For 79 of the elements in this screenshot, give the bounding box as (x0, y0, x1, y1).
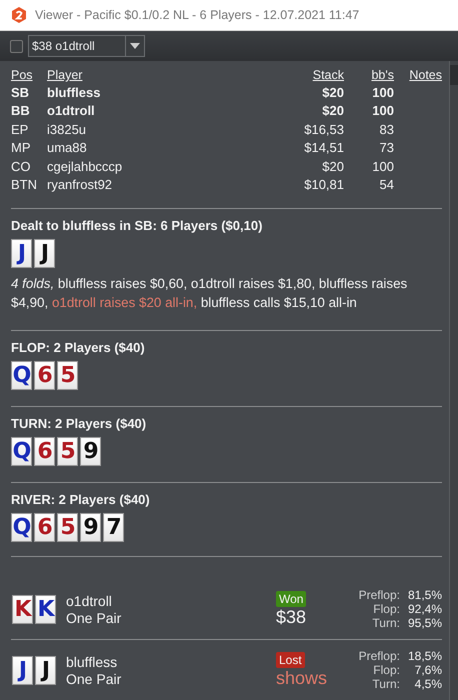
equity-label: Flop: (372, 602, 400, 616)
player-name: o1dtroll (66, 592, 113, 608)
window-title: Viewer - Pacific $0.1/0.2 NL - 6 Players - 12.07.2021 11:47 (35, 8, 360, 22)
playing-card: J (34, 239, 55, 268)
playing-card: 5 (57, 361, 78, 390)
equity-value: 18,5% (408, 649, 442, 663)
playing-card: J (12, 656, 33, 684)
equity-label: Flop: (372, 663, 400, 677)
table-cell-text: BB (11, 102, 31, 120)
equity-value: 92,4% (408, 602, 442, 616)
playing-card: Q (11, 513, 32, 542)
caret-icon (130, 43, 140, 49)
table-cell-text: $20 (321, 102, 344, 120)
table-cell-text: ryanfrost92 (47, 176, 114, 194)
column-header[interactable]: Pos (11, 67, 47, 83)
column-header[interactable]: Stack (274, 67, 344, 83)
table-cell-text: $20 (321, 158, 344, 176)
hand-rank: One Pair (66, 610, 122, 626)
dropdown-value: $38 o1dtroll (31, 39, 96, 53)
playing-card: Q (11, 437, 32, 466)
outcome-badge: Won (276, 590, 306, 606)
table-cell-text: i3825u (47, 120, 88, 138)
playing-card: K (12, 594, 33, 624)
column-header[interactable]: bb's (344, 67, 394, 83)
equity-value: 4,5% (414, 677, 442, 691)
playing-card: 6 (34, 437, 55, 466)
playing-card: Q (11, 361, 32, 390)
equity-value: 7,6% (414, 663, 442, 677)
playing-card: K (35, 594, 56, 624)
table-cell-text: 100 (371, 158, 394, 176)
table-cell-text: 100 (371, 84, 394, 102)
equity-value: 81,5% (408, 588, 442, 602)
player-name: bluffless (66, 654, 118, 670)
playing-card: 5 (57, 513, 78, 542)
equity-label: Turn: (371, 677, 400, 691)
table-cell-text: $10,81 (303, 176, 344, 194)
table-cell-text: MP (11, 139, 32, 157)
street-heading: RIVER: 2 Players ($40) (11, 492, 151, 507)
playing-card: 5 (57, 437, 78, 466)
street-heading: FLOP: 2 Players ($40) (11, 340, 146, 355)
playing-card: 9 (80, 513, 101, 542)
street-heading: Dealt to bluffless in SB: 6 Players ($0,10) (11, 218, 264, 233)
table-cell-text: $20 (321, 84, 344, 102)
playing-card: J (35, 656, 56, 684)
outcome-badge: Lost (276, 652, 305, 668)
playing-card: 6 (34, 513, 55, 542)
hand-rank: One Pair (66, 670, 122, 686)
equity-label: Preflop: (358, 588, 400, 602)
table-cell-text: SB (11, 84, 30, 102)
table-cell-text: $16,53 (303, 120, 344, 138)
table-cell-text: bluffless (47, 84, 102, 102)
player-dropdown[interactable]: $38 o1dtroll (28, 35, 145, 57)
table-cell-text: 83 (378, 120, 394, 138)
table-cell-text: BTN (11, 176, 38, 194)
playing-card: 9 (80, 437, 101, 466)
column-header[interactable]: Notes (394, 67, 442, 83)
street-heading: TURN: 2 Players ($40) (11, 416, 148, 431)
playing-card: J (11, 239, 32, 268)
table-cell-text: $14,51 (303, 139, 344, 157)
playing-card: 7 (103, 513, 124, 542)
table-cell-text: uma88 (47, 139, 88, 157)
action-text: 4 folds, bluffless raises $0,60, o1dtroll raises $1,80, bluffless raises $4,90, o1dtroll raises $20 all-in, bluffless calls $15,10 all-in (11, 275, 408, 312)
equity-label: Preflop: (358, 649, 400, 663)
equity-value: 95,5% (408, 616, 442, 630)
table-cell-text: 54 (378, 176, 394, 194)
outcome-amount: shows (276, 668, 328, 688)
table-cell-text: cgejlahbcccp (47, 158, 124, 176)
table-cell-text: o1dtroll (47, 102, 96, 120)
app-logo-icon (11, 7, 27, 23)
column-header[interactable]: Player (47, 67, 274, 83)
scrollbar[interactable] (449, 61, 458, 700)
table-cell-text: 73 (378, 139, 394, 157)
outcome-amount: $38 (276, 606, 306, 628)
equity-label: Turn: (371, 616, 400, 630)
table-cell-text: 100 (371, 102, 394, 120)
table-cell-text: CO (11, 158, 32, 176)
table-cell-text: EP (11, 120, 30, 138)
playing-card: 6 (34, 361, 55, 390)
checkbox[interactable] (10, 40, 23, 52)
